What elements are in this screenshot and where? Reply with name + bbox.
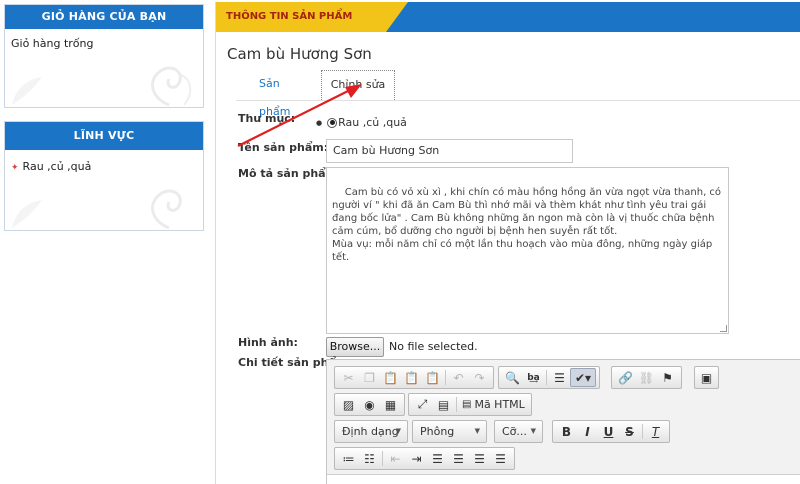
source-icon: ▤ [462,399,472,410]
toolbar-separator [445,370,446,385]
anchor-flag-icon[interactable]: ⚑ [657,368,678,387]
maximize-icon[interactable]: ⤢ [412,395,433,414]
list-bullet-icon: ● [316,118,323,127]
category-option-label[interactable]: Rau ,củ ,quả [338,116,407,129]
bold-button[interactable]: B [556,422,577,441]
paste-word-icon[interactable]: 📋 [422,368,443,387]
tab-products[interactable]: Sản phẩm [259,70,290,118]
product-name-label: Tên sản phẩm: [238,141,329,154]
text-style-toolbar-group: B I U S T [552,420,670,443]
chevron-down-icon: ▼ [474,427,480,435]
fields-list: ✦ Rau ,củ ,quả [5,150,203,181]
bulleted-list-icon[interactable]: ☷ [359,449,380,468]
tab-divider [236,100,800,101]
indent-icon[interactable]: ⇥ [406,449,427,468]
clipboard-toolbar-group: ✂ ❐ 📋 📋 📋 ↶ ↷ [334,366,494,389]
cut-icon[interactable]: ✂ [338,368,359,387]
fields-title: LĨNH VỰC [5,122,203,150]
align-left-icon[interactable]: ☰ [427,449,448,468]
about-toolbar-group: ▣ [694,366,719,389]
unlink-icon[interactable]: ⛓ [636,368,657,387]
chevron-down-icon: ▼ [395,427,401,435]
decorative-leaf-icon [12,77,42,105]
source-button[interactable]: ▤ Mã HTML [459,395,528,414]
toolbar-separator [382,451,383,466]
product-name-input[interactable]: Cam bù Hương Sơn [326,139,573,163]
table-icon[interactable]: ▦ [380,395,401,414]
find-icon[interactable]: 🔍 [502,368,523,387]
cart-title: GIỎ HÀNG CỦA BẠN [5,5,203,29]
main-panel: THÔNG TIN SẢN PHẨM Cam bù Hương Sơn Sản … [215,2,800,484]
select-all-icon[interactable]: ☰ [549,368,570,387]
redo-icon[interactable]: ↷ [469,368,490,387]
copy-icon[interactable]: ❐ [359,368,380,387]
bullet-icon: ✦ [11,163,19,173]
numbered-list-icon[interactable]: ≔ [338,449,359,468]
paste-icon[interactable]: 📋 [380,368,401,387]
chevron-down-icon: ▼ [530,427,536,435]
decorative-swirl-icon [151,66,192,107]
show-blocks-icon[interactable]: ▤ [433,395,454,414]
rich-text-editor: ✂ ❐ 📋 📋 📋 ↶ ↷ 🔍 b͢a ☰ ✔▾ 🔗 ⛓ ⚑ ▣ ▨ ◉ ▦ ⤢… [326,359,800,484]
editor-content-area[interactable] [327,474,800,484]
italic-button[interactable]: I [577,422,598,441]
toolbar-separator [546,370,547,385]
format-combo-label: Định dạng [342,425,399,438]
cart-body: Giỏ hàng trống [5,29,203,58]
resize-handle-icon[interactable] [720,325,727,332]
main-header-bar: THÔNG TIN SẢN PHẨM [216,2,800,32]
decorative-swirl-icon [151,189,182,230]
undo-icon[interactable]: ↶ [448,368,469,387]
outdent-icon[interactable]: ⇤ [385,449,406,468]
justify-icon[interactable]: ☰ [490,449,511,468]
link-icon[interactable]: 🔗 [615,368,636,387]
remove-format-button[interactable]: T [645,422,666,441]
decorative-leaf-icon [12,200,42,228]
category-radio-group: ● Rau ,củ ,quả [316,116,407,129]
link-toolbar-group: 🔗 ⛓ ⚑ [611,366,682,389]
browse-button[interactable]: Browse... [326,337,384,357]
align-right-icon[interactable]: ☰ [469,449,490,468]
spellcheck-icon[interactable]: ✔▾ [570,368,596,387]
fields-list-item[interactable]: ✦ Rau ,củ ,quả [11,160,197,173]
description-text: Cam bù có vỏ xù xì , khi chín có màu hồn… [332,187,722,263]
main-header-tab: THÔNG TIN SẢN PHẨM [216,2,408,32]
tab-edit[interactable]: Chỉnh sửa [321,70,395,100]
insert-toolbar-group: ▨ ◉ ▦ [334,393,405,416]
toolbar-separator [642,424,643,439]
paragraph-toolbar-group: ≔ ☷ ⇤ ⇥ ☰ ☰ ☰ ☰ [334,447,515,470]
flash-icon[interactable]: ◉ [359,395,380,414]
main-header-title: THÔNG TIN SẢN PHẨM [226,11,353,22]
image-label: Hình ảnh: [238,336,298,349]
font-combo[interactable]: Phông ▼ [412,420,487,443]
underline-button[interactable]: U [598,422,619,441]
about-icon[interactable]: ▣ [696,368,717,387]
cart-box: GIỎ HÀNG CỦA BẠN Giỏ hàng trống [4,4,204,108]
align-center-icon[interactable]: ☰ [448,449,469,468]
font-combo-label: Phông [420,425,455,438]
strikethrough-button[interactable]: S [619,422,640,441]
size-combo-label: Cỡ... [502,425,527,438]
fields-item-label: Rau ,củ ,quả [22,160,92,173]
view-toolbar-group: ⤢ ▤ ▤ Mã HTML [408,393,532,416]
image-icon[interactable]: ▨ [338,395,359,414]
product-title: Cam bù Hương Sơn [227,45,372,63]
category-radio[interactable] [327,117,338,128]
toolbar-separator [456,397,457,412]
paste-text-icon[interactable]: 📋 [401,368,422,387]
description-textarea[interactable]: Cam bù có vỏ xù xì , khi chín có màu hồn… [326,167,729,334]
source-label: Mã HTML [474,398,525,411]
replace-icon[interactable]: b͢a [523,368,544,387]
no-file-text: No file selected. [389,340,478,353]
category-label: Thư mục: [238,112,296,125]
size-combo[interactable]: Cỡ... ▼ [494,420,543,443]
fields-box: LĨNH VỰC ✦ Rau ,củ ,quả [4,121,204,231]
editing-toolbar-group: 🔍 b͢a ☰ ✔▾ [498,366,600,389]
cart-empty-text: Giỏ hàng trống [11,37,94,50]
format-combo[interactable]: Định dạng ▼ [334,420,408,443]
